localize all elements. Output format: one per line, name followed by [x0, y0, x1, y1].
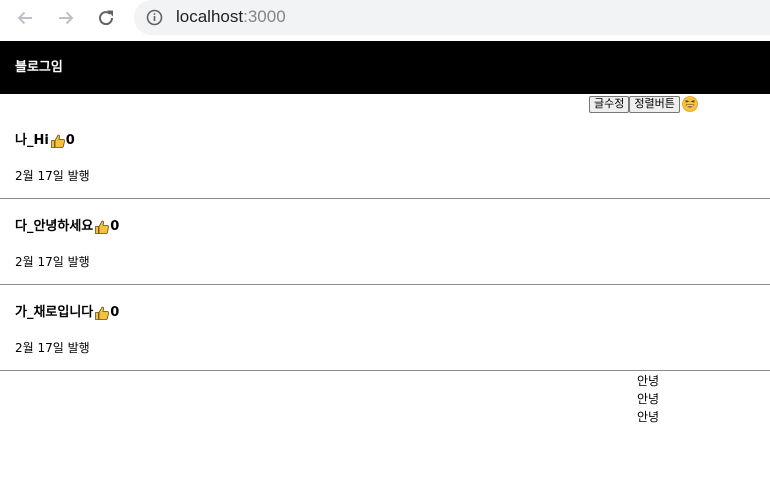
list-item[interactable]: 다_안녕하세요 0 2월 17일 발행: [0, 199, 770, 285]
like-count: 0: [110, 219, 120, 234]
thumbs-up-icon[interactable]: [94, 219, 110, 235]
post-title: 나_Hi 0: [15, 132, 75, 150]
post-date: 2월 17일 발행: [15, 169, 90, 183]
footer-item: 안녕: [637, 410, 660, 424]
list-item[interactable]: 나_Hi 0 2월 17일 발행: [0, 113, 770, 199]
footer-item: 안녕: [637, 374, 660, 388]
footer-item: 안녕: [637, 392, 660, 406]
post-title-text: 나_Hi: [15, 133, 49, 148]
post-title-text: 가_채로입니다: [15, 305, 94, 320]
url-host: localhost: [176, 7, 244, 26]
app-header: 블로그임: [0, 41, 770, 94]
back-icon: [17, 11, 32, 25]
post-title: 다_안녕하세요 0: [15, 218, 119, 236]
post-date: 2월 17일 발행: [15, 255, 90, 269]
reload-icon: [99, 10, 114, 26]
thumbs-up-icon[interactable]: [50, 133, 66, 149]
browser-toolbar: localhost:3000: [0, 0, 770, 41]
url-text: localhost:3000: [176, 6, 286, 28]
controls: 글수정 정렬버튼: [589, 95, 698, 113]
post-title-text: 다_안녕하세요: [15, 219, 94, 234]
url-port: :3000: [243, 7, 286, 26]
grinning-squint-face-icon: [681, 96, 698, 112]
post-list: 나_Hi 0 2월 17일 발행 다_안녕하세요 0 2월 17일 발행 가_채…: [0, 113, 770, 371]
post-title: 가_채로입니다 0: [15, 304, 119, 322]
footer-list: 안녕 안녕 안녕: [637, 372, 659, 426]
sort-button[interactable]: 정렬버튼: [629, 95, 680, 113]
app-title: 블로그임: [15, 60, 63, 75]
edit-post-button[interactable]: 글수정: [589, 95, 630, 113]
back-button[interactable]: [13, 6, 37, 30]
like-count: 0: [65, 133, 75, 148]
reload-button[interactable]: [94, 6, 118, 30]
forward-icon: [59, 11, 74, 25]
forward-button[interactable]: [54, 6, 78, 30]
post-date: 2월 17일 발행: [15, 341, 90, 355]
info-icon[interactable]: [146, 9, 163, 26]
like-count: 0: [110, 305, 120, 320]
list-item[interactable]: 가_채로입니다 0 2월 17일 발행: [0, 285, 770, 371]
address-bar[interactable]: localhost:3000: [134, 0, 770, 35]
thumbs-up-icon[interactable]: [94, 305, 110, 321]
